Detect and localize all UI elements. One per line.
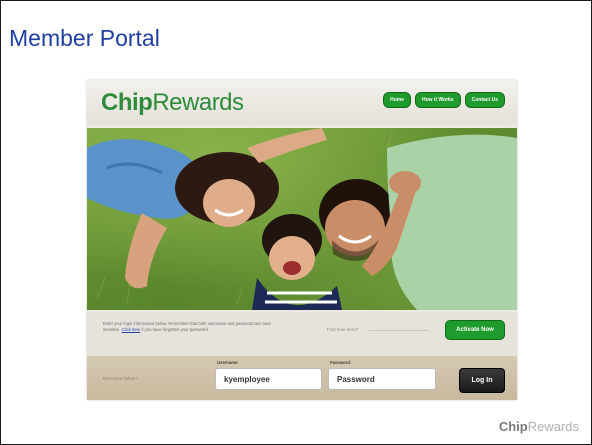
login-band: Been here before? Username: kyemployee P… xyxy=(87,356,517,400)
login-instructions: Enter your login information below. Reme… xyxy=(103,321,273,332)
log-in-button[interactable]: Log In xyxy=(459,368,505,393)
footer-logo-light: Rewards xyxy=(527,419,579,434)
activate-now-button[interactable]: Activate Now xyxy=(445,320,505,340)
hero-image xyxy=(87,128,517,310)
info-band: Enter your login information below. Reme… xyxy=(87,312,517,356)
username-field[interactable]: kyemployee xyxy=(215,368,322,390)
password-field[interactable]: Password xyxy=(328,368,436,390)
site-header: ChipRewards Home How it Works Contact Us xyxy=(87,80,517,125)
login-instructions-suffix: if you have forgotten your password. xyxy=(140,326,209,332)
username-label: Username: xyxy=(217,360,239,365)
nav-home-button[interactable]: Home xyxy=(383,92,412,108)
nav-how-it-works-button[interactable]: How it Works xyxy=(415,92,461,108)
top-nav: Home How it Works Contact Us xyxy=(383,92,505,108)
forgot-password-link[interactable]: Click here xyxy=(122,327,141,332)
divider xyxy=(369,330,429,331)
password-label: Password: xyxy=(330,360,352,365)
brand-logo[interactable]: ChipRewards xyxy=(101,89,244,117)
brand-logo-bold: Chip xyxy=(101,89,153,116)
been-here-label: Been here before? xyxy=(103,376,138,381)
website-screenshot: ChipRewards Home How it Works Contact Us xyxy=(87,80,517,400)
slide: Member Portal ChipRewards Home How it Wo… xyxy=(0,0,592,445)
footer-logo-bold: Chip xyxy=(498,419,528,434)
hero-photo-illustration xyxy=(87,128,517,310)
first-time-label: First time here? xyxy=(327,327,359,332)
brand-logo-rest: Rewards xyxy=(152,89,244,116)
page-title: Member Portal xyxy=(9,25,160,51)
nav-contact-us-button[interactable]: Contact Us xyxy=(464,92,505,108)
footer-logo: ChipRewards xyxy=(499,419,579,434)
